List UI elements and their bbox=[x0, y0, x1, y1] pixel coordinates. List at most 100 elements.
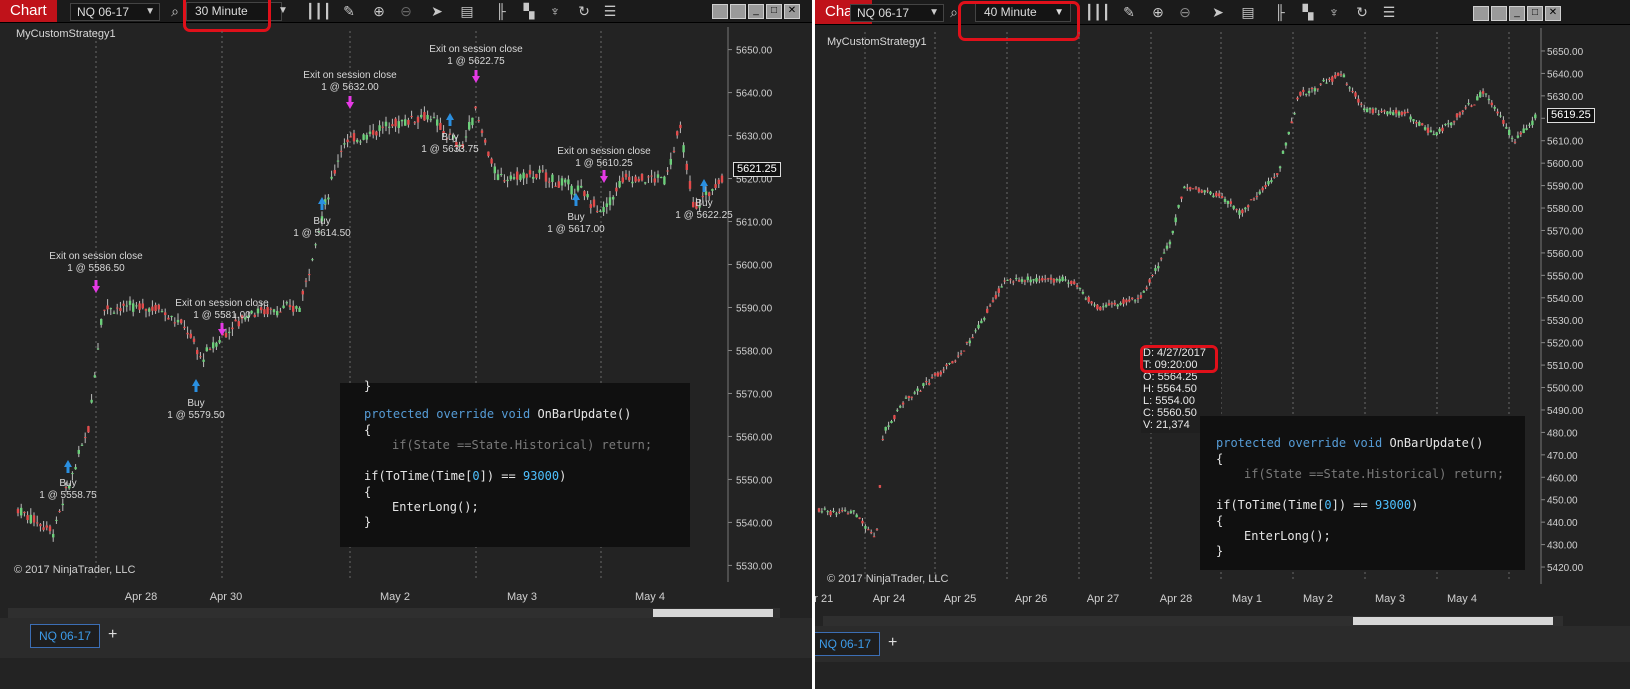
scrollbar-thumb[interactable] bbox=[653, 609, 773, 617]
candle-body bbox=[80, 444, 84, 446]
analyzer-icon[interactable]: ♆ bbox=[546, 3, 564, 19]
candle-body bbox=[672, 150, 676, 152]
candle-body bbox=[253, 314, 256, 317]
tab-instrument[interactable]: NQ 06-17 bbox=[815, 632, 881, 656]
candle-body bbox=[205, 347, 208, 352]
buy-arrow-icon bbox=[700, 179, 708, 192]
last-price-marker: 5621.25 bbox=[733, 162, 781, 177]
candle-body bbox=[356, 139, 359, 142]
y-tick-label: 5610.00 bbox=[736, 218, 773, 229]
maximize-button[interactable]: □ bbox=[766, 4, 782, 19]
data-high: H: 5564.50 bbox=[1143, 383, 1197, 395]
candle-body bbox=[58, 510, 61, 512]
bar-style-icon[interactable]: ┃┃┃ bbox=[306, 3, 331, 19]
candle-body bbox=[583, 191, 586, 197]
search-icon[interactable]: ⌕ bbox=[166, 3, 184, 19]
strategies-icon[interactable]: ▚ bbox=[1299, 4, 1317, 20]
code-brace: { bbox=[1216, 452, 1224, 466]
add-tab-icon[interactable]: + bbox=[888, 632, 897, 654]
properties-icon[interactable]: ☰ bbox=[601, 3, 619, 19]
candle-body bbox=[564, 179, 567, 183]
candle-body bbox=[904, 397, 908, 399]
trade-label: Buy bbox=[59, 478, 76, 489]
chevron-down-icon[interactable]: ▼ bbox=[274, 3, 292, 19]
candle-body bbox=[1432, 134, 1435, 136]
refresh-icon[interactable]: ↻ bbox=[1353, 4, 1371, 20]
horizontal-scrollbar[interactable] bbox=[8, 608, 780, 618]
code-signature: protected override void OnBarUpdate() bbox=[364, 407, 632, 421]
candle-body bbox=[109, 308, 112, 310]
candle-body bbox=[1177, 204, 1180, 208]
maximize-button[interactable]: □ bbox=[1527, 6, 1543, 21]
candle-body bbox=[1049, 277, 1053, 280]
chart-menu-button[interactable]: Chart bbox=[0, 0, 57, 22]
window-option-button[interactable] bbox=[1491, 6, 1507, 21]
pencil-icon[interactable]: ✎ bbox=[340, 3, 358, 19]
y-tick-label: 5640.00 bbox=[736, 89, 773, 100]
candle-body bbox=[1441, 127, 1444, 132]
window-option-button[interactable] bbox=[730, 4, 746, 19]
candle-body bbox=[551, 174, 554, 182]
scrollbar-thumb[interactable] bbox=[1353, 617, 1553, 625]
close-button[interactable]: ✕ bbox=[1545, 6, 1561, 21]
candle-body bbox=[151, 306, 154, 311]
candle-body bbox=[148, 308, 151, 312]
candle-body bbox=[1296, 97, 1299, 100]
indicators-icon[interactable]: ╟ bbox=[492, 3, 510, 19]
instrument-value: NQ 06-17 bbox=[857, 6, 910, 20]
candle-body bbox=[1284, 142, 1288, 146]
candle-body bbox=[285, 302, 288, 304]
horizontal-scrollbar[interactable] bbox=[823, 616, 1563, 626]
candle-body bbox=[977, 324, 980, 329]
zoom-in-icon[interactable]: ⊕ bbox=[370, 3, 388, 19]
candle-body bbox=[112, 312, 116, 314]
candle-body bbox=[1070, 280, 1073, 285]
pointer-icon[interactable]: ➤ bbox=[1209, 4, 1227, 20]
y-tick-label: 5650.00 bbox=[1547, 47, 1584, 58]
window-option-button[interactable] bbox=[712, 4, 728, 19]
candle-body bbox=[132, 303, 135, 312]
bar-style-icon[interactable]: ┃┃┃ bbox=[1085, 4, 1110, 20]
zoom-out-icon[interactable]: ⊖ bbox=[1176, 4, 1194, 20]
buy-arrow-icon bbox=[446, 113, 454, 126]
candle-body bbox=[1203, 190, 1206, 193]
data-box-icon[interactable]: ▤ bbox=[1239, 4, 1257, 20]
close-button[interactable]: ✕ bbox=[784, 4, 800, 19]
pencil-icon[interactable]: ✎ bbox=[1120, 4, 1138, 20]
indicators-icon[interactable]: ╟ bbox=[1271, 4, 1289, 20]
instrument-selector[interactable]: NQ 06-17 ▼ bbox=[850, 4, 944, 22]
candle-body bbox=[1244, 207, 1247, 210]
x-tick-label: May 2 bbox=[380, 591, 410, 603]
pointer-icon[interactable]: ➤ bbox=[428, 3, 446, 19]
zoom-out-icon[interactable]: ⊖ bbox=[397, 3, 415, 19]
candle-body bbox=[538, 169, 541, 173]
instrument-selector[interactable]: NQ 06-17 ▼ bbox=[70, 3, 160, 21]
properties-icon[interactable]: ☰ bbox=[1380, 4, 1398, 20]
candle-body bbox=[1191, 188, 1195, 190]
refresh-icon[interactable]: ↻ bbox=[575, 3, 593, 19]
candle-body bbox=[916, 388, 919, 392]
data-box-icon[interactable]: ▤ bbox=[458, 3, 476, 19]
strategies-icon[interactable]: ▚ bbox=[520, 3, 538, 19]
candle-body bbox=[199, 356, 202, 358]
minimize-button[interactable]: _ bbox=[1509, 6, 1525, 21]
candle-body bbox=[939, 371, 942, 375]
analyzer-icon[interactable]: ♆ bbox=[1325, 4, 1343, 20]
candle-body bbox=[1261, 187, 1264, 191]
candle-body bbox=[432, 117, 436, 119]
window-option-button[interactable] bbox=[1473, 6, 1489, 21]
candle-body bbox=[817, 508, 821, 512]
candle-body bbox=[838, 511, 841, 513]
candle-body bbox=[384, 121, 388, 127]
candle-body bbox=[907, 396, 911, 398]
minimize-button[interactable]: _ bbox=[748, 4, 764, 19]
zoom-in-icon[interactable]: ⊕ bbox=[1149, 4, 1167, 20]
candle-body bbox=[1322, 79, 1325, 82]
tab-instrument[interactable]: NQ 06-17 bbox=[30, 624, 101, 648]
candle-body bbox=[1403, 111, 1406, 114]
trade-price-label: 1 @ 5610.25 bbox=[575, 158, 633, 169]
candle-body bbox=[144, 308, 148, 311]
candle-body bbox=[349, 136, 352, 138]
candle-body bbox=[1307, 90, 1311, 94]
add-tab-icon[interactable]: + bbox=[108, 624, 117, 646]
